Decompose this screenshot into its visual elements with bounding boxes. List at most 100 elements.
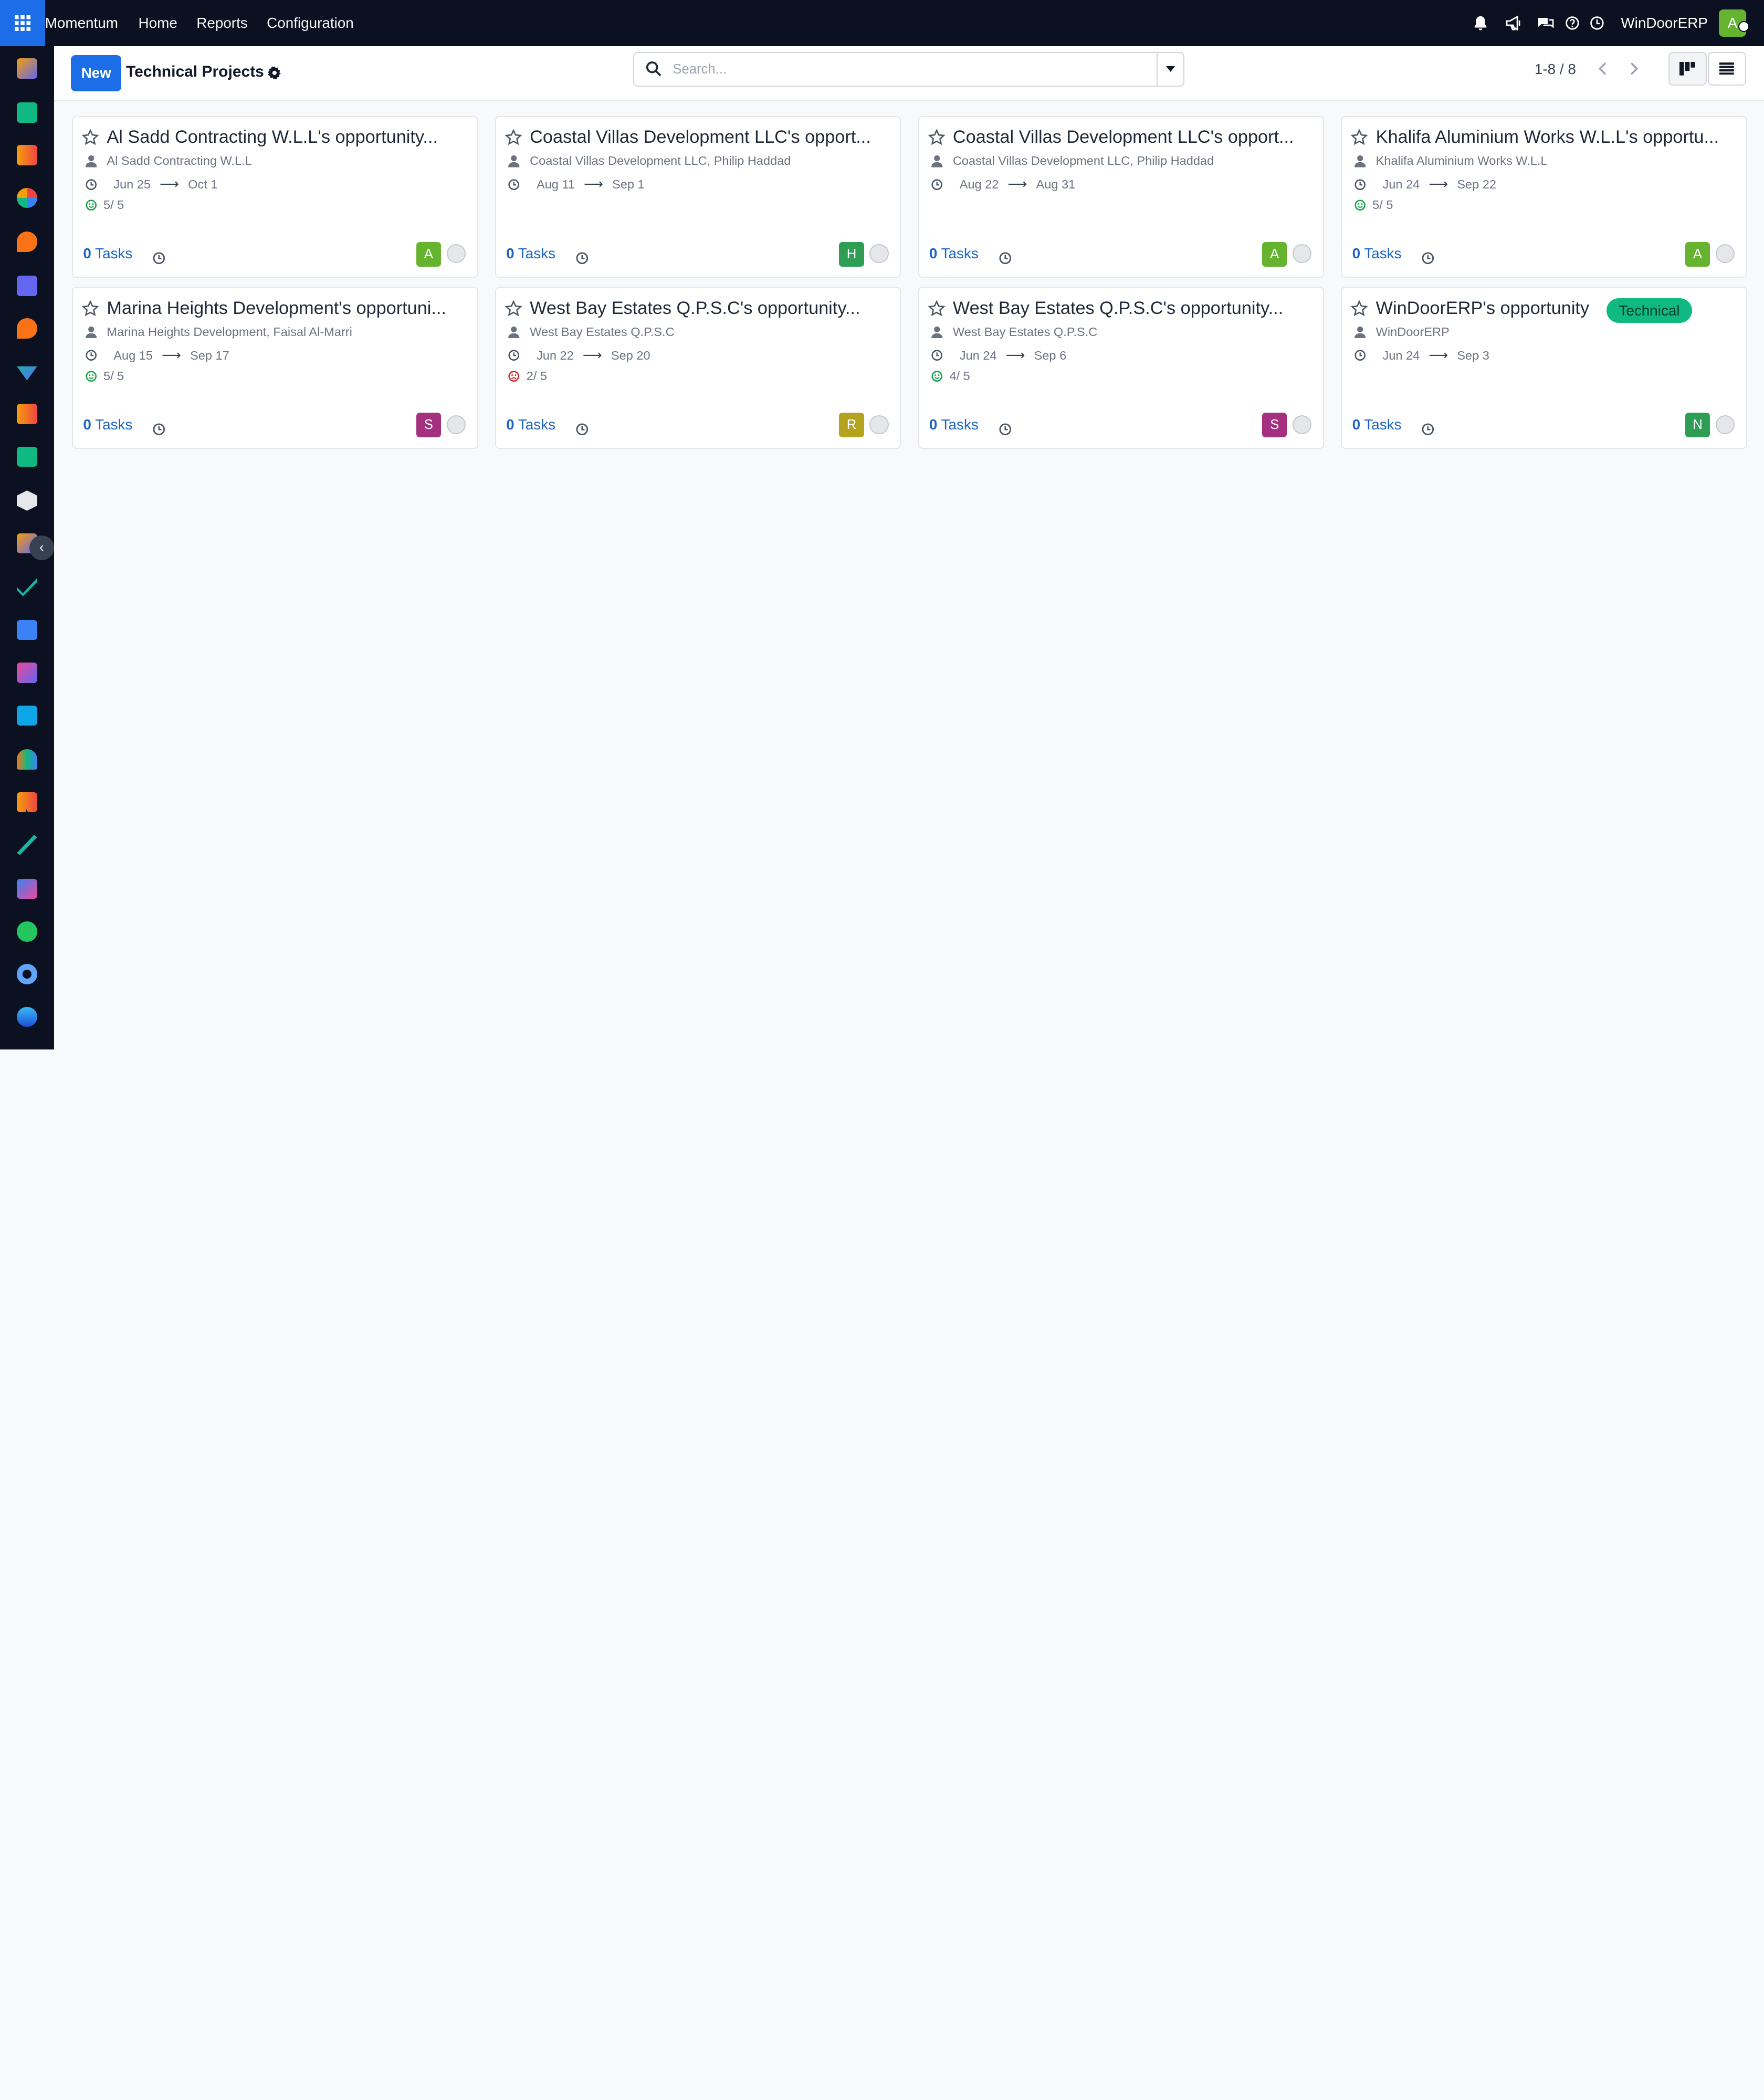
search-bar[interactable] [633,51,1185,87]
assignee-avatar[interactable]: S [1262,413,1287,438]
status-indicator[interactable] [1293,415,1312,434]
sidebar-app-icon-23[interactable] [17,1006,37,1027]
star-icon[interactable] [81,129,99,151]
tasks-link[interactable]: 0 Tasks [929,416,979,433]
menu-reports[interactable]: Reports [196,15,248,32]
sidebar-app-icon-11[interactable] [17,490,37,511]
chat-icon[interactable] [1533,10,1558,35]
search-input[interactable] [673,59,1146,80]
tasks-link[interactable]: 0 Tasks [506,416,555,433]
pager-value[interactable]: 1-8 / 8 [1535,61,1576,78]
star-icon[interactable] [1351,129,1369,151]
star-icon[interactable] [505,129,522,151]
activity-clock-icon[interactable] [1422,248,1434,269]
status-indicator[interactable] [1293,244,1312,264]
assignee-avatar[interactable]: R [839,413,864,438]
tasks-link[interactable]: 0 Tasks [929,245,979,262]
star-icon[interactable] [81,300,99,322]
sidebar-app-icon-19[interactable] [17,835,37,855]
star-icon[interactable] [928,129,946,151]
assignee-avatar[interactable]: A [1262,242,1287,267]
sidebar-app-icon-3[interactable] [17,145,37,165]
card-title: West Bay Estates Q.P.S.C's opportunity..… [952,298,1284,318]
pager-previous-button[interactable] [1586,53,1618,85]
activity-clock-icon[interactable] [999,248,1012,269]
card-rating: 5/ 5 [1353,198,1393,212]
status-indicator[interactable] [869,244,889,264]
user-avatar[interactable]: A [1719,9,1750,37]
activity-clock-icon[interactable] [153,248,165,269]
project-card[interactable]: Al Sadd Contracting W.L.L's opportunity.… [72,116,478,278]
assignee-avatar[interactable]: A [1685,242,1710,267]
status-indicator[interactable] [869,415,889,434]
tasks-link[interactable]: 0 Tasks [83,245,132,262]
tasks-link[interactable]: 0 Tasks [1352,245,1402,262]
project-card[interactable]: Coastal Villas Development LLC's opport.… [495,116,901,278]
project-card[interactable]: West Bay Estates Q.P.S.C's opportunity..… [918,287,1325,449]
star-icon[interactable] [505,300,522,322]
sidebar-app-icon-16[interactable] [17,705,37,726]
activity-clock-icon[interactable] [576,248,589,269]
status-indicator[interactable] [1715,415,1735,434]
sidebar-app-icon-5[interactable] [17,232,37,252]
card-customer-name: Coastal Villas Development LLC, Philip H… [530,154,791,168]
tasks-link[interactable]: 0 Tasks [83,416,132,433]
gear-icon[interactable] [267,64,284,80]
sidebar-app-icon-18[interactable] [17,792,37,813]
sidebar-app-icon-10[interactable] [17,446,37,467]
status-indicator[interactable] [446,415,466,434]
sidebar-app-icon-22[interactable] [17,964,37,984]
card-customer: Coastal Villas Development LLC, Philip H… [930,154,1214,168]
list-view-button[interactable] [1707,51,1746,86]
sidebar-app-icon-14[interactable] [17,620,37,640]
sidebar-app-icon-8[interactable] [17,366,37,381]
bell-icon[interactable] [1468,10,1493,35]
project-card[interactable]: Coastal Villas Development LLC's opport.… [918,116,1325,278]
sidebar-app-icon-9[interactable] [17,404,37,424]
sidebar-app-icon-13[interactable] [17,578,37,596]
clock-icon[interactable] [1585,10,1610,35]
kanban-view-button[interactable] [1668,51,1707,86]
menu-home[interactable]: Home [139,15,177,32]
sidebar-app-icon-17[interactable] [17,749,37,770]
star-icon[interactable] [928,300,946,322]
status-indicator[interactable] [1715,244,1735,264]
user-avatar-initial: A [1727,14,1738,31]
status-indicator[interactable] [446,244,466,264]
activity-clock-icon[interactable] [153,419,165,440]
sidebar-app-icon-2[interactable] [17,102,37,123]
company-switcher[interactable]: WinDoorERP [1621,15,1708,32]
activity-clock-icon[interactable] [1422,419,1434,440]
megaphone-icon[interactable] [1502,10,1526,35]
sidebar-app-icon-20[interactable] [17,878,37,899]
help-icon[interactable] [1560,10,1585,35]
assignee-avatar[interactable]: N [1685,413,1710,438]
activity-clock-icon[interactable] [576,419,589,440]
rating-value: 5/ 5 [103,197,124,212]
new-button[interactable]: New [70,55,122,91]
project-card[interactable]: Marina Heights Development's opportuni..… [72,287,478,449]
sidebar-app-icon-4[interactable] [17,187,37,208]
star-icon[interactable] [1351,300,1369,322]
assignee-avatar[interactable]: H [839,242,864,267]
tasks-link[interactable]: 0 Tasks [1352,416,1402,433]
sidebar-app-icon-21[interactable] [17,921,37,942]
assignee-avatar[interactable]: A [416,242,441,267]
sidebar-app-icon-6[interactable] [17,275,37,296]
pager-next-button[interactable] [1619,53,1651,85]
sidebar-app-icon-7[interactable] [17,318,37,339]
sidebar-collapse-button[interactable]: ‹ [29,536,54,561]
project-card[interactable]: West Bay Estates Q.P.S.C's opportunity..… [495,287,901,449]
apps-menu-icon[interactable] [0,0,45,46]
project-card[interactable]: Khalifa Aluminium Works W.L.L's opportu.… [1341,116,1747,278]
sidebar-app-icon-15[interactable] [17,663,37,683]
activity-clock-icon[interactable] [999,419,1012,440]
project-card[interactable]: WinDoorERP's opportunity Technical WinDo… [1341,287,1747,449]
card-dates: Jun 24 ⟶ Sep 3 [1353,348,1489,363]
tasks-link[interactable]: 0 Tasks [506,245,555,262]
sidebar-app-icon-1[interactable] [17,58,37,79]
assignee-avatar[interactable]: S [416,413,441,438]
menu-configuration[interactable]: Configuration [267,15,354,32]
app-brand[interactable]: Momentum [45,15,118,32]
search-options-toggle[interactable] [1157,52,1183,86]
